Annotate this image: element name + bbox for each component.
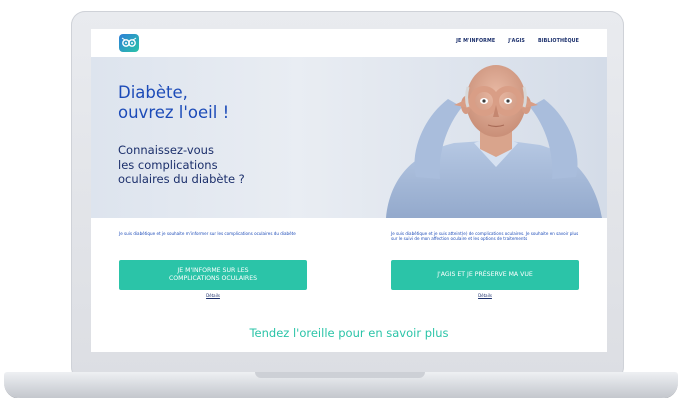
laptop-notch <box>255 372 425 378</box>
nav-link-bibliotheque[interactable]: BIBLIOTHÈQUE <box>538 39 579 44</box>
inform-cta-label: JE M'INFORME SUR LES COMPLICATIONS OCULA… <box>168 267 258 282</box>
eye-glasses-icon <box>121 37 137 47</box>
act-cta-button[interactable]: J'AGIS ET JE PRÉSERVE MA VUE <box>391 260 579 290</box>
nav-link-je-minforme[interactable]: JE M'INFORME <box>456 39 495 44</box>
inform-cta-button[interactable]: JE M'INFORME SUR LES COMPLICATIONS OCULA… <box>119 260 307 290</box>
hero-subtitle: Connaissez-vous les complications oculai… <box>118 143 245 187</box>
hero-title-line-2: ouvrez l'oeil ! <box>118 103 230 122</box>
nav-links: JE M'INFORME J'AGIS BIBLIOTHÈQUE <box>456 39 579 44</box>
hero-banner: Diabète, ouvrez l'oeil ! Connaissez-vous… <box>91 57 607 218</box>
column-inform-text: Je suis diabétique et je souhaite m'info… <box>119 231 296 236</box>
inform-details-link[interactable]: Détails <box>119 293 307 298</box>
act-cta-label: J'AGIS ET JE PRÉSERVE MA VUE <box>437 271 533 278</box>
column-act-text: Je suis diabétique et je suis atteint(e)… <box>391 231 579 241</box>
column-inform: Je suis diabétique et je souhaite m'info… <box>119 231 309 298</box>
hero-subtitle-line-1: Connaissez-vous <box>118 143 214 157</box>
hero-photo-man <box>386 65 602 218</box>
nav-link-jagis[interactable]: J'AGIS <box>508 39 525 44</box>
act-details-link[interactable]: Détails <box>391 293 579 298</box>
column-act: Je suis diabétique et je suis atteint(e)… <box>391 231 581 298</box>
hero-title-line-1: Diabète, <box>118 83 188 102</box>
content-section: Je suis diabétique et je souhaite m'info… <box>91 218 607 352</box>
hero-title: Diabète, ouvrez l'oeil ! <box>118 83 229 123</box>
listen-banner: Tendez l'oreille pour en savoir plus <box>249 326 449 340</box>
site-logo[interactable] <box>119 34 139 52</box>
laptop-screen: JE M'INFORME J'AGIS BIBLIOTHÈQUE Diabète… <box>91 29 607 352</box>
top-navigation: JE M'INFORME J'AGIS BIBLIOTHÈQUE <box>91 29 607 57</box>
hero-subtitle-line-2: les complications <box>118 157 218 172</box>
hero-subtitle-line-3: oculaires du diabète ? <box>118 172 245 186</box>
